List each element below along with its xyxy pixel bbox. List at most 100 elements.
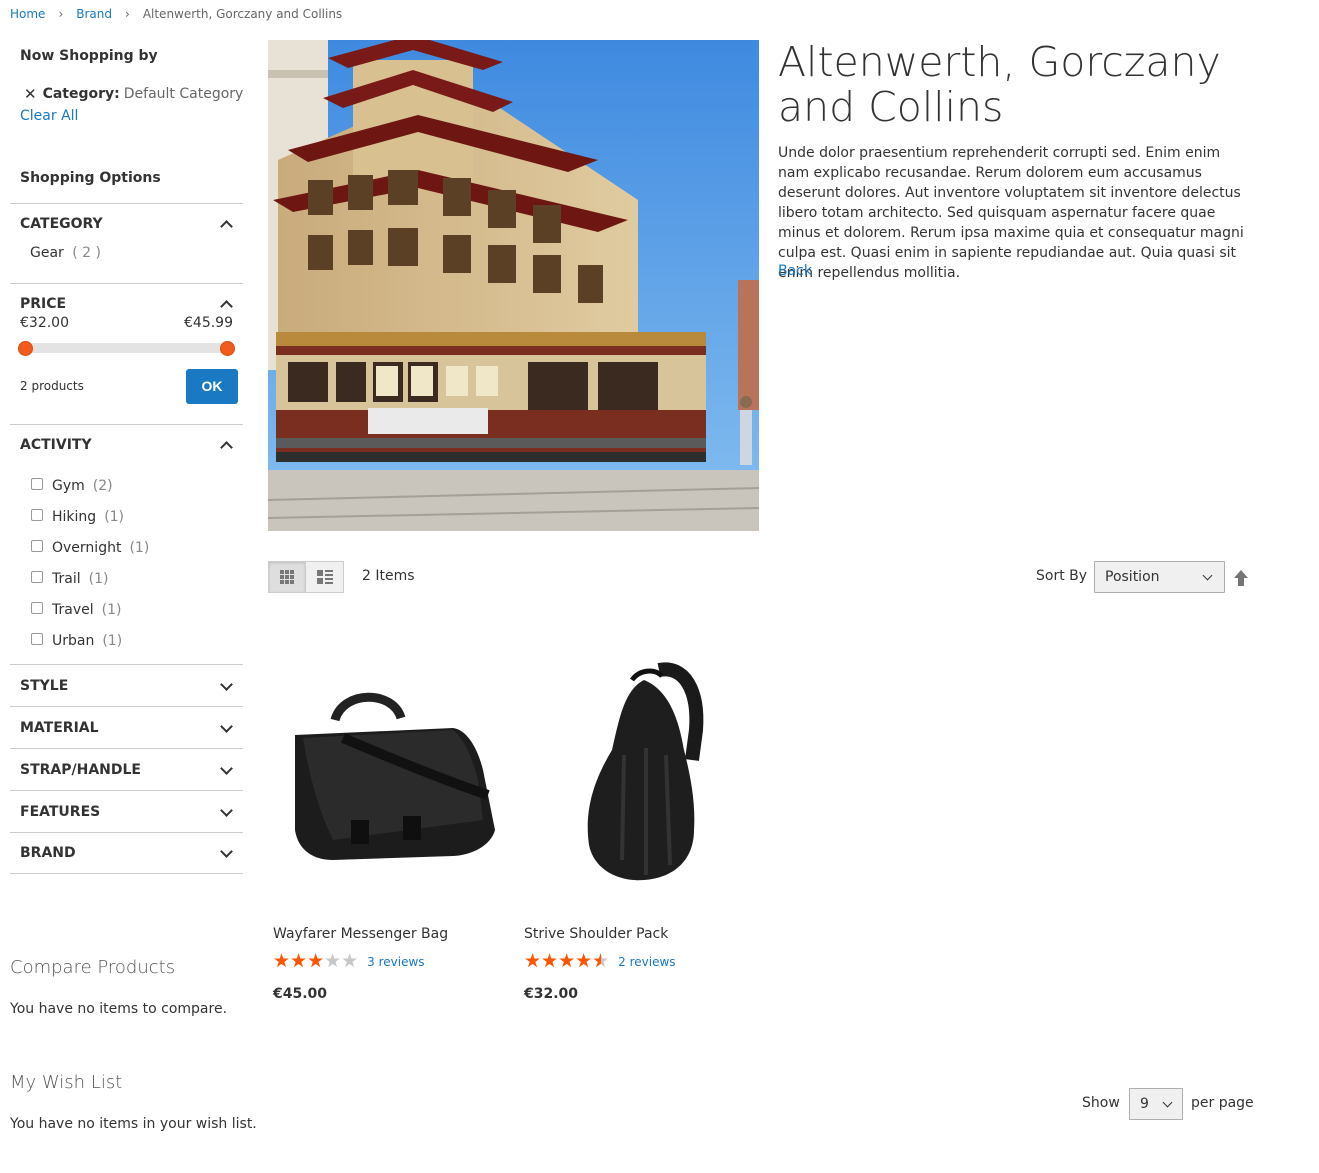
compare-empty-message: You have no items to compare. xyxy=(10,1001,228,1017)
activity-option-hiking[interactable]: Hiking (1) xyxy=(10,501,243,532)
chevron-down-icon xyxy=(221,765,231,775)
filter-style-title: Style xyxy=(20,677,69,694)
activity-option-label: Overnight xyxy=(52,539,122,556)
per-page-value: 9 xyxy=(1140,1096,1149,1112)
grid-view-button[interactable] xyxy=(268,561,306,593)
activity-option-travel[interactable]: Travel (1) xyxy=(10,594,243,625)
category-option-label: Gear xyxy=(30,245,64,261)
product-rating: ★★★★★★★★★★ 3 reviews xyxy=(268,952,508,971)
list-icon xyxy=(316,570,333,584)
breadcrumb-current: Altenwerth, Gorczany and Collins xyxy=(142,7,343,21)
activity-checkbox[interactable] xyxy=(31,632,43,645)
product-name-link[interactable]: Wayfarer Messenger Bag xyxy=(268,926,508,942)
filter-category-title: Category xyxy=(20,216,103,232)
filter-price: Price €32.00 €45.99 2 products OK xyxy=(10,283,243,409)
filter-features-title: Features xyxy=(20,803,101,820)
activity-checkbox[interactable] xyxy=(31,570,43,583)
filter-activity-header[interactable]: Activity xyxy=(10,425,243,465)
sidebar: Now Shopping by ✕ Category: Default Cate… xyxy=(10,40,243,874)
product-card: Strive Shoulder Pack ★★★★★★★★★★ 2 review… xyxy=(519,630,759,1002)
items-count: 2 Items xyxy=(362,568,415,584)
product-image[interactable] xyxy=(519,630,759,920)
brand-image xyxy=(268,40,759,531)
breadcrumb-home-link[interactable]: Home xyxy=(10,7,45,21)
activity-option-count: (1) xyxy=(129,539,150,556)
reviews-link[interactable]: 2 reviews xyxy=(618,955,675,969)
activity-option-count: (1) xyxy=(102,632,123,649)
shopping-options-title: Shopping Options xyxy=(20,170,161,186)
grid-icon xyxy=(280,570,294,584)
list-view-button[interactable] xyxy=(306,561,344,593)
brand-title: Altenwerth, Gorczany and Collins xyxy=(778,38,1221,131)
filter-brand[interactable]: Brand xyxy=(10,832,243,874)
active-filter-value: Default Category xyxy=(123,86,244,102)
rating-stars: ★★★★★★★★★★ xyxy=(273,950,359,972)
activity-checkbox[interactable] xyxy=(31,539,43,552)
filter-category-header[interactable]: Category xyxy=(10,204,243,244)
per-page-label: per page xyxy=(1191,1095,1254,1111)
reviews-link[interactable]: 3 reviews xyxy=(367,955,424,969)
filter-strap-handle-title: Strap/Handle xyxy=(20,761,141,778)
activity-option-count: (1) xyxy=(104,508,125,525)
activity-option-count: (1) xyxy=(101,601,122,618)
product-rating: ★★★★★★★★★★ 2 reviews xyxy=(519,952,759,971)
filter-activity-title: Activity xyxy=(20,437,92,453)
price-slider-min-handle[interactable] xyxy=(18,341,33,356)
wishlist-title: My Wish List xyxy=(10,1072,123,1093)
product-name-link[interactable]: Strive Shoulder Pack xyxy=(519,926,759,942)
activity-option-overnight[interactable]: Overnight (1) xyxy=(10,532,243,563)
product-card: Wayfarer Messenger Bag ★★★★★★★★★★ 3 revi… xyxy=(268,630,508,1002)
now-shopping-title: Now Shopping by xyxy=(20,48,158,64)
compare-products-title: Compare Products xyxy=(10,957,176,978)
activity-option-count: (1) xyxy=(88,570,109,587)
price-ok-button[interactable]: OK xyxy=(186,368,238,404)
filter-strap-handle[interactable]: Strap/Handle xyxy=(10,748,243,790)
product-price: €32.00 xyxy=(524,986,579,1002)
remove-filter-icon[interactable]: ✕ xyxy=(24,86,37,102)
rating-stars: ★★★★★★★★★★ xyxy=(524,950,610,972)
filter-material-title: Material xyxy=(20,719,99,736)
sort-by-label: Sort By xyxy=(1036,568,1088,584)
sort-direction-arrow-icon[interactable] xyxy=(1233,569,1249,587)
sort-by-select[interactable]: Position xyxy=(1094,561,1225,593)
breadcrumb-brand-link[interactable]: Brand xyxy=(76,7,112,21)
activity-option-count: (2) xyxy=(92,477,113,494)
product-image[interactable] xyxy=(268,630,508,920)
chevron-down-icon xyxy=(221,807,231,817)
activity-option-trail[interactable]: Trail (1) xyxy=(10,563,243,594)
activity-option-gym[interactable]: Gym (2) xyxy=(10,470,243,501)
activity-option-label: Hiking xyxy=(52,508,97,525)
chevron-right-icon: › xyxy=(58,7,64,21)
back-link[interactable]: Back xyxy=(778,263,812,279)
price-slider-max-handle[interactable] xyxy=(220,341,235,356)
filter-style[interactable]: Style xyxy=(10,664,243,706)
filter-category: Category Gear ( 2 ) xyxy=(10,203,243,276)
rating-stars-fill: ★★★★★ xyxy=(273,952,325,971)
clear-all-link[interactable]: Clear All xyxy=(10,108,243,124)
product-price: €45.00 xyxy=(273,986,328,1002)
filter-brand-title: Brand xyxy=(20,845,76,861)
price-min-value: €32.00 xyxy=(20,315,69,331)
active-filter: ✕ Category: Default Category xyxy=(10,86,243,102)
price-slider[interactable] xyxy=(18,341,235,356)
show-label: Show xyxy=(1082,1095,1120,1111)
activity-option-label: Trail xyxy=(52,570,81,587)
activity-checkbox[interactable] xyxy=(31,477,43,490)
active-filter-label: Category: xyxy=(42,86,120,102)
chevron-down-icon xyxy=(1203,573,1212,582)
chevron-down-icon xyxy=(1163,1100,1172,1109)
category-option-gear[interactable]: Gear ( 2 ) xyxy=(10,244,243,276)
per-page-select[interactable]: 9 xyxy=(1129,1088,1183,1120)
price-max-value: €45.99 xyxy=(184,315,233,331)
activity-checkbox[interactable] xyxy=(31,601,43,614)
chevron-down-icon xyxy=(221,723,231,733)
sort-by-value: Position xyxy=(1105,569,1160,585)
activity-option-label: Urban xyxy=(52,632,95,649)
activity-option-urban[interactable]: Urban (1) xyxy=(10,625,243,656)
activity-checkbox[interactable] xyxy=(31,508,43,521)
filter-features[interactable]: Features xyxy=(10,790,243,832)
filter-price-title: Price xyxy=(20,296,67,312)
filter-material[interactable]: Material xyxy=(10,706,243,748)
price-product-count: 2 products xyxy=(20,379,84,393)
wishlist-empty-message: You have no items in your wish list. xyxy=(10,1116,257,1132)
